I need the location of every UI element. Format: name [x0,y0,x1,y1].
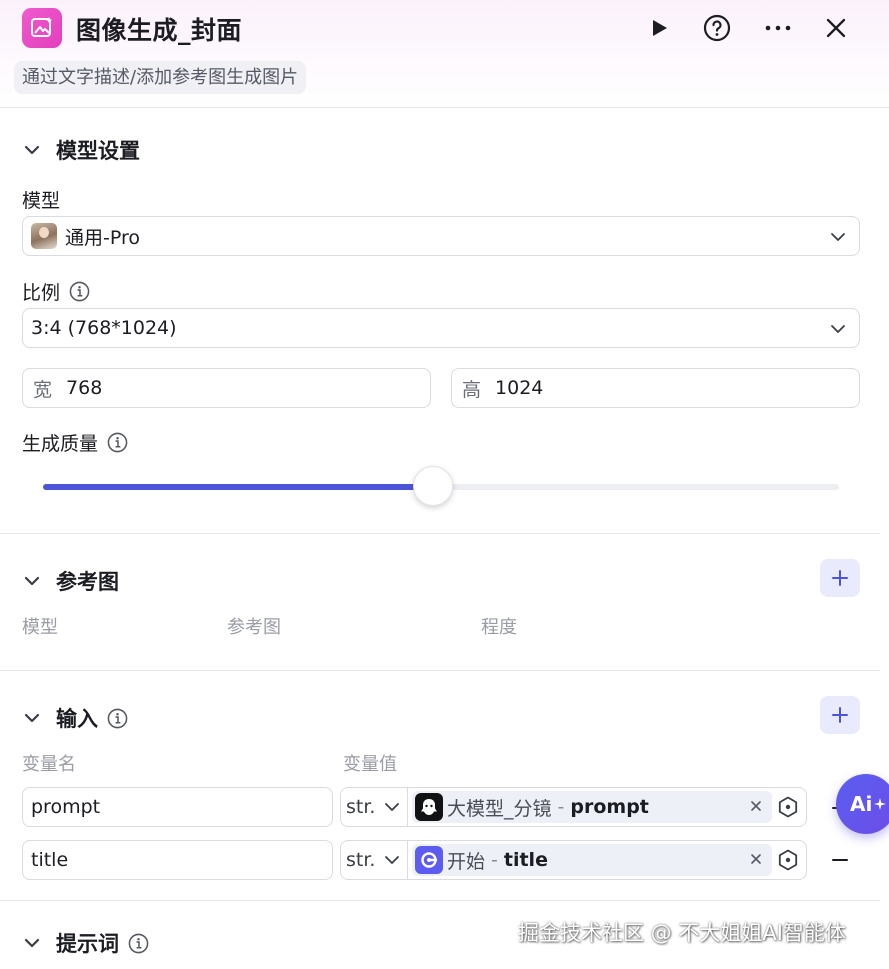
info-icon[interactable] [107,708,128,729]
sparkle-icon [874,798,887,810]
ref-separator: - [557,796,565,818]
variable-reference-tag[interactable]: 大模型_分镜 - prompt [412,791,772,823]
quality-slider[interactable] [43,466,839,506]
ref-col-strength: 程度 [481,617,517,638]
add-reference-button[interactable] [820,559,860,597]
chevron-down-icon [24,145,40,155]
chevron-down-icon [831,233,845,241]
clear-icon[interactable] [748,798,764,814]
model-settings-header[interactable]: 模型设置 [22,135,140,165]
variable-type-text: str. [346,849,376,871]
ratio-value: 3:4 (768*1024) [31,317,177,339]
section-divider [0,900,880,901]
variable-name-text: title [31,849,69,871]
close-icon [826,18,846,38]
remove-row-icon[interactable] [830,850,850,870]
ref-variable-name: prompt [570,796,649,818]
input-header[interactable]: 输入 [22,703,128,733]
width-prefix: 宽 [33,378,53,401]
model-avatar [31,223,57,249]
more-button[interactable] [760,10,796,46]
variable-value-field[interactable]: str. 大模型_分镜 - prompt [340,787,807,827]
chevron-down-icon [385,856,400,864]
ref-node-name: 大模型_分镜 [447,797,552,820]
variable-picker-icon[interactable] [777,849,799,871]
reference-image-header[interactable]: 参考图 [22,566,119,596]
variable-name-input[interactable]: prompt [22,787,333,827]
plus-icon [832,570,848,586]
model-settings-title: 模型设置 [56,139,140,163]
play-icon [653,20,667,36]
variable-picker-icon[interactable] [777,796,799,818]
info-icon[interactable] [69,281,90,302]
input-title: 输入 [56,707,98,731]
chevron-down-icon [831,325,845,333]
clear-icon[interactable] [748,851,764,867]
chevron-down-icon [24,576,40,586]
chevron-down-icon [385,803,400,811]
reference-image-title: 参考图 [56,570,119,594]
help-icon [703,14,731,42]
chevron-down-icon [24,938,40,948]
variable-name-input[interactable]: title [22,840,333,880]
start-node-icon [415,846,443,874]
variable-type-select[interactable]: str. [341,841,408,879]
help-button[interactable] [699,10,735,46]
variable-type-text: str. [346,796,376,818]
variable-value-field[interactable]: str. 开始 - title [340,840,807,880]
chevron-down-icon [24,713,40,723]
ref-separator: - [491,849,498,871]
prompt-title: 提示词 [56,932,119,956]
width-input[interactable]: 宽 768 [22,368,431,408]
section-divider [0,670,880,671]
node-description[interactable]: 通过文字描述/添加参考图生成图片 [14,61,307,94]
run-button[interactable] [641,10,677,46]
variable-reference-tag[interactable]: 开始 - title [412,844,772,876]
node-title[interactable]: 图像生成_封面 [76,11,242,47]
ai-assistant-label: Ai [850,792,873,816]
quality-slider-fill [43,484,434,490]
info-icon[interactable] [128,933,149,954]
model-value: 通用-Pro [65,226,140,249]
close-button[interactable] [818,10,854,46]
section-divider [0,533,880,534]
variable-name-text: prompt [31,796,101,818]
col-variable-value: 变量值 [343,754,397,775]
image-generation-icon [22,8,62,48]
model-label: 模型 [22,190,61,212]
ai-assistant-button[interactable]: Ai [836,774,889,834]
quality-label: 生成质量 [22,429,128,456]
ref-col-model: 模型 [22,617,58,638]
watermark: 掘金技术社区 @ 不大姐姐AI智能体 [518,921,846,945]
col-variable-name: 变量名 [22,754,76,775]
prompt-header[interactable]: 提示词 [22,928,149,958]
ratio-label: 比例 [22,278,90,305]
more-icon [765,25,791,31]
add-input-button[interactable] [820,696,860,734]
quality-slider-thumb[interactable] [413,466,454,506]
height-prefix: 高 [462,378,482,401]
ratio-select[interactable]: 3:4 (768*1024) [22,308,860,348]
llm-node-icon [415,793,443,821]
ref-variable-name: title [503,849,548,871]
variable-type-select[interactable]: str. [341,788,408,826]
height-value: 1024 [495,377,544,399]
height-input[interactable]: 高 1024 [451,368,860,408]
plus-icon [832,707,848,723]
model-select[interactable]: 通用-Pro [22,216,860,256]
node-header: 图像生成_封面 通过文字描述/添加参考图生成图片 [0,0,889,108]
ref-node-name: 开始 [447,850,486,873]
info-icon[interactable] [107,432,128,453]
ref-col-image: 参考图 [227,617,281,638]
width-value: 768 [66,377,103,399]
